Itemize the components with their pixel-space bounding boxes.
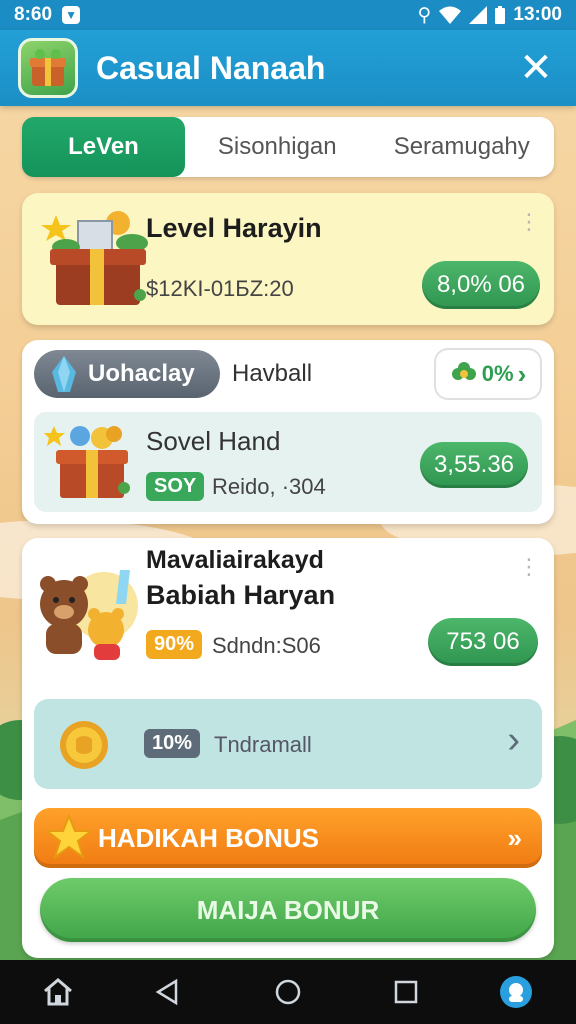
bear-mascot-icon [40, 570, 138, 660]
bonus-subtitle: Sdndn:S06 [212, 633, 321, 658]
coin-badge: 10% [144, 729, 201, 758]
navigation-bar [0, 960, 576, 1024]
gift-box-icon [41, 211, 148, 305]
signal-icon [469, 6, 488, 24]
treasure-gift-icon [44, 426, 130, 498]
location-icon: ⚲ [417, 4, 432, 26]
level-subtitle: $12KI-01БZ:20 [146, 276, 294, 301]
home-icon[interactable] [30, 960, 86, 1024]
tab-bar: LeVen Sisonhigan Seramugahy [22, 117, 554, 177]
claim-bonus-button[interactable]: MAIJA BONUR [40, 878, 536, 942]
bonus-value-button[interactable]: 753 06 [428, 618, 538, 666]
app-bar: Casual Nanaah ✕ [0, 30, 576, 106]
feature-name: Havball [232, 360, 313, 387]
status-bar: 8:60 ▼ ⚲ 13:00 [0, 0, 576, 30]
clover-icon [451, 362, 476, 380]
item-badge: SOY [146, 472, 205, 501]
status-time-right: 13:00 [513, 4, 562, 25]
bonus-bar-label: HADIKAH BONUS [98, 822, 319, 853]
home-circle-icon[interactable] [260, 960, 316, 1024]
recent-apps-icon[interactable] [378, 960, 434, 1024]
coin-label: Tndramall [214, 732, 312, 757]
item-value-button[interactable]: 3,55.36 [420, 442, 528, 488]
bonus-bar[interactable]: HADIKAH BONUS » [34, 808, 542, 868]
wifi-icon [439, 6, 462, 24]
item-title: Sovel Hand [146, 426, 281, 456]
coin-icon [60, 721, 108, 769]
item-subtitle: Reido, ·304 [212, 474, 326, 499]
bonus-title-line2: Babiah Haryan [146, 580, 336, 610]
star-icon [46, 814, 92, 860]
feature-pill[interactable]: Uohaclay [34, 350, 220, 398]
double-chevron-icon: » [507, 822, 522, 853]
app-title: Casual Nanaah [96, 49, 326, 86]
drag-handle-icon[interactable]: ⋮ [518, 211, 540, 233]
level-value-button[interactable]: 8,0% 06 [422, 261, 540, 309]
bonus-card: Mavaliairakayd Babiah Haryan ⋮ 90% Sdndn… [22, 538, 554, 958]
bonus-badge: 90% [146, 630, 203, 659]
crystal-icon [52, 356, 76, 392]
assistant-icon[interactable] [488, 960, 544, 1024]
chevron-right-icon-2: › [507, 719, 520, 761]
tab-leven[interactable]: LeVen [22, 117, 185, 177]
bonus-title-line1: Mavaliairakayd [146, 546, 324, 574]
app-logo-icon [18, 38, 78, 98]
level-title: Level Harayin [146, 213, 322, 243]
level-card[interactable]: Level Harayin ⋮ $12KI-01БZ:20 8,0% 06 [22, 193, 554, 325]
chevron-right-icon: › [517, 358, 527, 389]
battery-icon [495, 6, 506, 24]
feature-card: Uohaclay Havball 0% › Sovel Hand SOY Rei… [22, 340, 554, 524]
feature-pill-label: Uohaclay [88, 360, 195, 387]
item-row[interactable]: Sovel Hand SOY Reido, ·304 3,55.36 [34, 412, 542, 512]
tab-seramugahy[interactable]: Seramugahy [370, 117, 555, 177]
reward-button[interactable]: 0% › [434, 348, 542, 400]
status-time-left: 8:60 [14, 4, 53, 25]
close-button[interactable]: ✕ [514, 48, 558, 88]
notification-icon: ▼ [62, 6, 81, 24]
reward-label: 0% [481, 361, 514, 386]
tab-sisonhigan[interactable]: Sisonhigan [185, 117, 370, 177]
back-icon[interactable] [140, 960, 196, 1024]
drag-handle-icon-2[interactable]: ⋮ [518, 556, 540, 578]
coin-row[interactable]: 10% Tndramall › [34, 699, 542, 789]
